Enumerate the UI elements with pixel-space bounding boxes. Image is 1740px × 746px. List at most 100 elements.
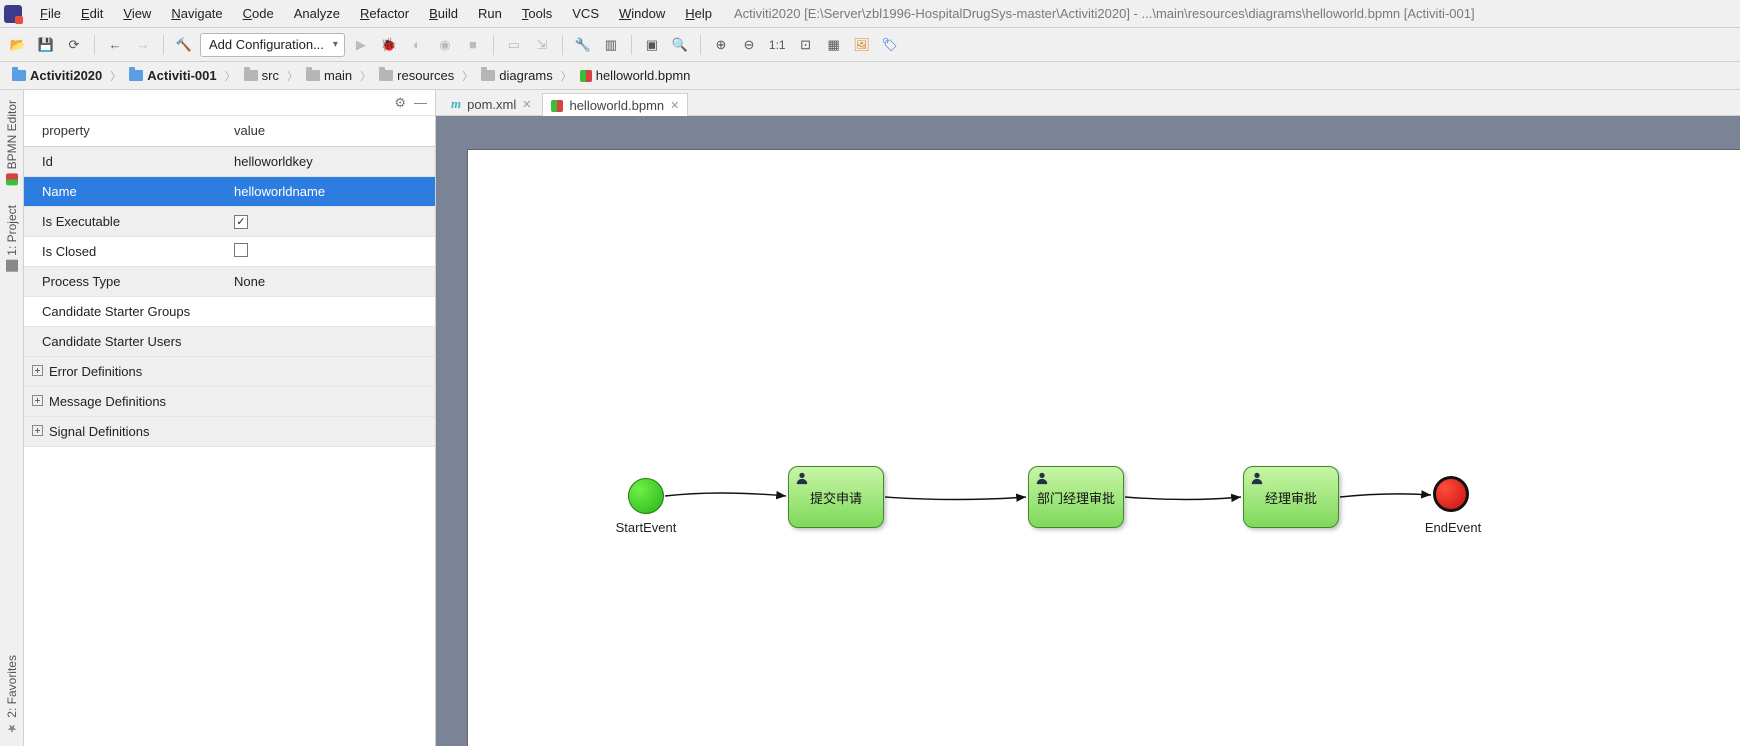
folder-icon — [306, 70, 320, 81]
property-value[interactable]: helloworldkey — [224, 146, 435, 176]
property-value[interactable]: helloworldname — [224, 176, 435, 206]
maven-icon: m — [451, 96, 461, 112]
breadcrumb-item[interactable]: src — [240, 68, 283, 83]
menu-build[interactable]: Build — [419, 4, 468, 23]
property-header-name: property — [24, 116, 224, 146]
menu-edit[interactable]: Edit — [71, 4, 113, 23]
side-tab-bpmn-editor[interactable]: BPMN Editor — [3, 94, 21, 191]
open-icon[interactable]: 📂 — [6, 33, 30, 57]
menu-vcs[interactable]: VCS — [562, 4, 609, 23]
property-row[interactable]: Idhelloworldkey — [24, 146, 435, 176]
minimize-icon[interactable]: — — [414, 95, 427, 110]
gear-icon[interactable]: ⚙ — [394, 95, 406, 111]
menu-help[interactable]: Help — [675, 4, 722, 23]
menu-tools[interactable]: Tools — [512, 4, 562, 23]
bpmn-icon — [6, 173, 18, 185]
side-tab-favorites[interactable]: ★2: Favorites — [3, 649, 21, 742]
attach-icon[interactable]: ⇲ — [530, 33, 554, 57]
checkbox[interactable]: ✓ — [234, 215, 248, 229]
left-gutter: BPMN Editor 1: Project ★2: Favorites — [0, 90, 24, 746]
breadcrumb-item[interactable]: resources — [375, 68, 458, 83]
forward-icon[interactable]: → — [131, 33, 155, 57]
property-table: property value IdhelloworldkeyNamehellow… — [24, 116, 435, 447]
run-icon[interactable]: ▶ — [349, 33, 373, 57]
breadcrumb-item[interactable]: Activiti2020 — [8, 68, 106, 83]
property-group-row[interactable]: Message Definitions — [24, 386, 435, 416]
property-row[interactable]: Candidate Starter Groups — [24, 296, 435, 326]
wrench-icon[interactable]: 🔧 — [571, 33, 595, 57]
close-icon[interactable]: ✕ — [522, 98, 531, 111]
menu-navigate[interactable]: Navigate — [161, 4, 232, 23]
breadcrumb-item[interactable]: main — [302, 68, 356, 83]
breadcrumb-bar: Activiti2020〉Activiti-001〉src〉main〉resou… — [0, 62, 1740, 90]
menu-file[interactable]: File — [30, 4, 71, 23]
menu-view[interactable]: View — [113, 4, 161, 23]
property-value[interactable]: None — [224, 266, 435, 296]
grid-icon[interactable]: ▦ — [822, 33, 846, 57]
zoom-reset-button[interactable]: 1:1 — [765, 33, 790, 57]
breadcrumb-separator: 〉 — [225, 68, 236, 84]
back-icon[interactable]: ← — [103, 33, 127, 57]
preview-icon[interactable]: ▣ — [640, 33, 664, 57]
debug-icon[interactable]: 🐞 — [377, 33, 401, 57]
breadcrumb-label: resources — [397, 68, 454, 83]
profile-icon[interactable]: ◉ — [433, 33, 457, 57]
property-group-row[interactable]: Error Definitions — [24, 356, 435, 386]
breadcrumb-item[interactable]: Activiti-001 — [125, 68, 220, 83]
property-name: Name — [24, 176, 224, 206]
property-row[interactable]: Candidate Starter Users — [24, 326, 435, 356]
stop-icon[interactable]: ■ — [461, 33, 485, 57]
property-row[interactable]: Process TypeNone — [24, 266, 435, 296]
breadcrumb-separator: 〉 — [110, 68, 121, 84]
editor-tab[interactable]: helloworld.bpmn ✕ — [542, 93, 688, 116]
zoom-in-icon[interactable]: ⊕ — [709, 33, 733, 57]
breadcrumb-label: diagrams — [499, 68, 552, 83]
side-tab-project[interactable]: 1: Project — [3, 199, 21, 278]
save-icon[interactable]: 💾 — [34, 33, 58, 57]
menu-run[interactable]: Run — [468, 4, 512, 23]
bpmn-canvas[interactable]: StartEvent 提交申请 部门经理审批 经理审批 EndEvent — [468, 150, 1740, 746]
run-config-dropdown[interactable]: Add Configuration... — [200, 33, 345, 57]
export-img-icon[interactable]: 🖼 — [850, 33, 874, 57]
breadcrumb-label: src — [262, 68, 279, 83]
editor-tab-label: helloworld.bpmn — [569, 98, 664, 113]
property-value[interactable] — [224, 236, 435, 266]
expand-icon[interactable] — [32, 365, 43, 376]
project-icon — [129, 70, 143, 81]
expand-icon[interactable] — [32, 425, 43, 436]
property-row[interactable]: Is Closed — [24, 236, 435, 266]
coverage-icon[interactable]: ◐ — [405, 33, 429, 57]
property-name: Process Type — [24, 266, 224, 296]
export-png-icon[interactable]: 🏷 — [878, 33, 902, 57]
property-group-row[interactable]: Signal Definitions — [24, 416, 435, 446]
property-row[interactable]: Namehelloworldname — [24, 176, 435, 206]
property-row[interactable]: Is Executable✓ — [24, 206, 435, 236]
structure-icon[interactable]: ▥ — [599, 33, 623, 57]
expand-icon[interactable] — [32, 395, 43, 406]
main-toolbar: 📂 💾 ⟳ ← → 🔨 Add Configuration... ▶ 🐞 ◐ ◉… — [0, 28, 1740, 62]
property-value[interactable] — [224, 296, 435, 326]
editor-tab[interactable]: mpom.xml✕ — [442, 91, 540, 115]
property-value[interactable]: ✓ — [224, 206, 435, 236]
search-icon[interactable]: 🔍 — [668, 33, 692, 57]
breadcrumb-item[interactable]: diagrams — [477, 68, 556, 83]
menu-refactor[interactable]: Refactor — [350, 4, 419, 23]
breadcrumb-separator: 〉 — [561, 68, 572, 84]
menu-window[interactable]: Window — [609, 4, 675, 23]
breadcrumb-item[interactable]: helloworld.bpmn — [576, 68, 695, 83]
checkbox[interactable] — [234, 243, 248, 257]
zoom-out-icon[interactable]: ⊖ — [737, 33, 761, 57]
fit-icon[interactable]: ⊡ — [794, 33, 818, 57]
menu-code[interactable]: Code — [233, 4, 284, 23]
property-value[interactable] — [224, 326, 435, 356]
refresh-icon[interactable]: ⟳ — [62, 33, 86, 57]
close-icon[interactable]: ✕ — [670, 99, 679, 112]
property-header-value: value — [224, 116, 435, 146]
property-name: Candidate Starter Users — [24, 326, 224, 356]
build-icon[interactable]: 🔨 — [172, 33, 196, 57]
menu-analyze[interactable]: Analyze — [284, 4, 350, 23]
device-icon[interactable]: ▭ — [502, 33, 526, 57]
group-label: Message Definitions — [49, 394, 166, 409]
sequence-flow — [468, 150, 1468, 746]
app-icon — [4, 5, 22, 23]
